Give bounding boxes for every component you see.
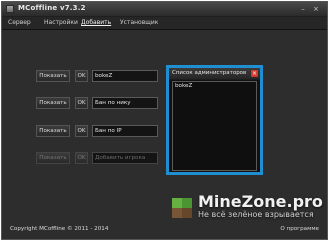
app-window: MCoffline v7.3.2 – × Сервер Настройки До…: [1, 1, 328, 240]
add-player-input: Добавить игрока: [92, 152, 158, 164]
admin-dialog-title: Список администраторов: [172, 70, 247, 76]
row-add-player: Показать OK Добавить игрока: [8, 152, 158, 164]
menu-server[interactable]: Сервер: [8, 18, 31, 28]
nickname-input[interactable]: bokeZ: [92, 70, 158, 82]
about-link[interactable]: О программе: [280, 226, 319, 232]
show-button[interactable]: Показать: [36, 97, 70, 109]
admin-listbox[interactable]: bokeZ: [172, 81, 257, 171]
ok-button[interactable]: OK: [75, 70, 88, 82]
close-icon[interactable]: ×: [312, 5, 320, 13]
show-button[interactable]: Показать: [36, 70, 70, 82]
window-title: MCoffline v7.3.2: [18, 4, 86, 12]
menu-bar: Сервер Настройки Добавить Установщик: [2, 17, 327, 30]
ok-button[interactable]: OK: [75, 125, 88, 137]
row-nickname: Показать OK bokeZ: [8, 70, 158, 82]
menu-add[interactable]: Добавить: [81, 18, 111, 28]
admin-dialog-titlebar: Список администраторов ×: [169, 68, 260, 80]
app-icon: [6, 5, 14, 13]
menu-installer[interactable]: Установщик: [120, 18, 158, 28]
row-ban-nick: Показать OK Бан по нику: [8, 97, 158, 109]
ban-nick-input[interactable]: Бан по нику: [92, 97, 158, 109]
ban-ip-input[interactable]: Бан по IP: [92, 125, 158, 137]
copyright-text: Copyright MCoffline © 2011 - 2014: [10, 226, 109, 232]
menu-settings[interactable]: Настройки: [44, 18, 78, 28]
close-icon[interactable]: ×: [251, 70, 258, 77]
ok-button[interactable]: OK: [75, 97, 88, 109]
title-bar: MCoffline v7.3.2 – ×: [2, 2, 327, 17]
row-ban-ip: Показать OK Бан по IP: [8, 125, 158, 137]
ok-button: OK: [75, 152, 88, 164]
show-button[interactable]: Показать: [36, 125, 70, 137]
minimize-icon[interactable]: –: [299, 5, 307, 13]
show-button: Показать: [36, 152, 70, 164]
form-panel: Показать OK bokeZ Показать OK Бан по ник…: [8, 37, 160, 177]
admin-list-dialog: Список администраторов × bokeZ: [166, 65, 263, 175]
list-item[interactable]: bokeZ: [175, 83, 192, 90]
